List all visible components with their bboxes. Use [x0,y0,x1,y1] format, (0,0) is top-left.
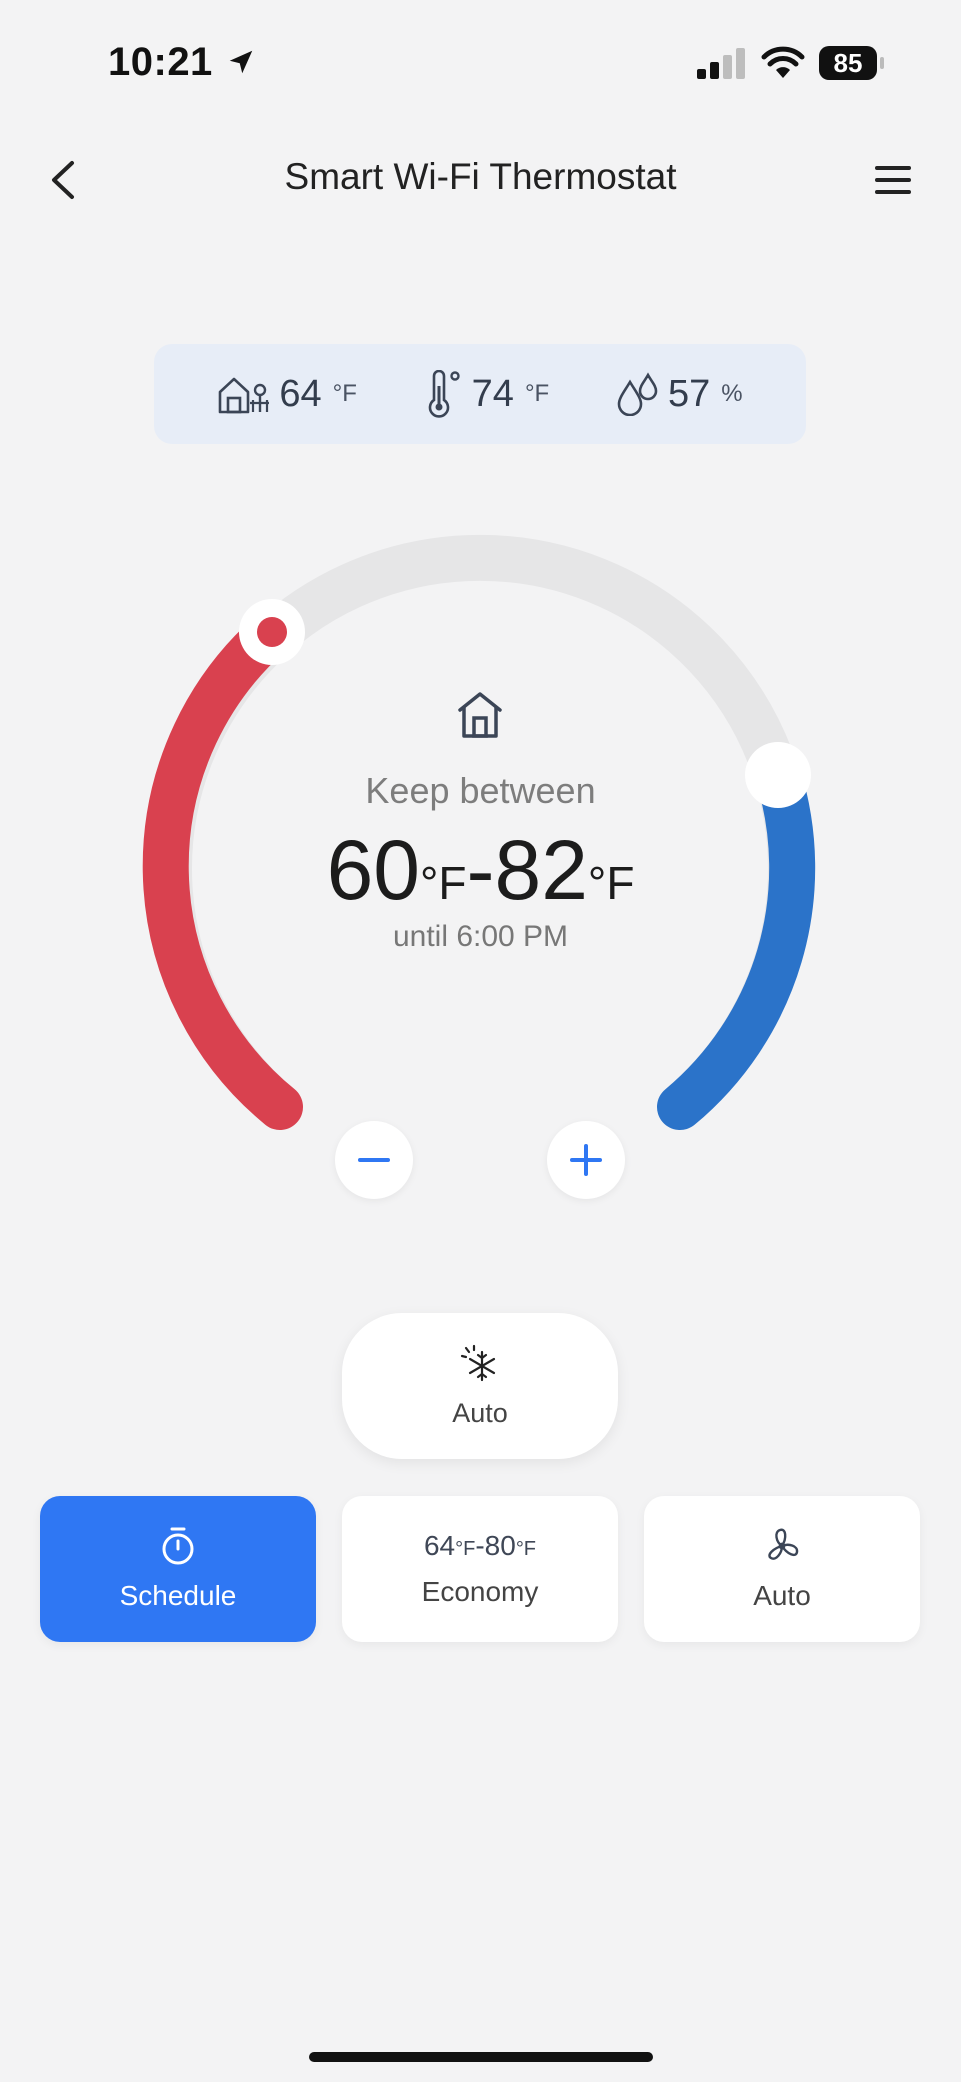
decrease-button[interactable] [335,1121,413,1199]
economy-high: 80 [484,1530,516,1561]
schedule-label: Schedule [119,1580,237,1611]
temperature-dial[interactable] [0,0,961,1250]
heat-setpoint-handle[interactable] [239,599,305,665]
economy-separator: - [475,1530,485,1561]
minus-icon [358,1158,390,1162]
range-separator: - [466,823,495,917]
low-setpoint: 60 [326,823,420,917]
high-setpoint: 82 [494,823,588,917]
economy-range: 64°F-80°F [424,1530,536,1562]
home-icon [458,692,502,738]
keep-between-label: Keep between [365,770,596,811]
low-setpoint-unit: °F [420,857,467,909]
fan-icon [768,1528,799,1560]
hold-until-label: until 6:00 PM [392,920,569,953]
economy-low: 64 [423,1530,456,1561]
economy-high-unit: °F [515,1538,537,1560]
fan-mode-button[interactable]: Auto [644,1496,920,1642]
snowflake-sun-icon [460,1344,496,1381]
increase-button[interactable] [547,1121,625,1199]
fan-mode-label: Auto [753,1580,811,1611]
schedule-button[interactable]: Schedule [40,1496,316,1642]
system-mode-button[interactable]: Auto [342,1313,618,1459]
plus-icon [570,1144,602,1176]
setpoint-range: 60°F-82°F [0,822,961,919]
economy-label: Economy [421,1576,539,1607]
timer-icon [162,1527,194,1565]
economy-preset-button[interactable]: 64°F-80°F Economy [342,1496,618,1642]
system-mode-label: Auto [452,1397,508,1428]
economy-low-unit: °F [455,1538,476,1560]
home-indicator[interactable] [309,2052,653,2062]
high-setpoint-unit: °F [587,857,635,909]
